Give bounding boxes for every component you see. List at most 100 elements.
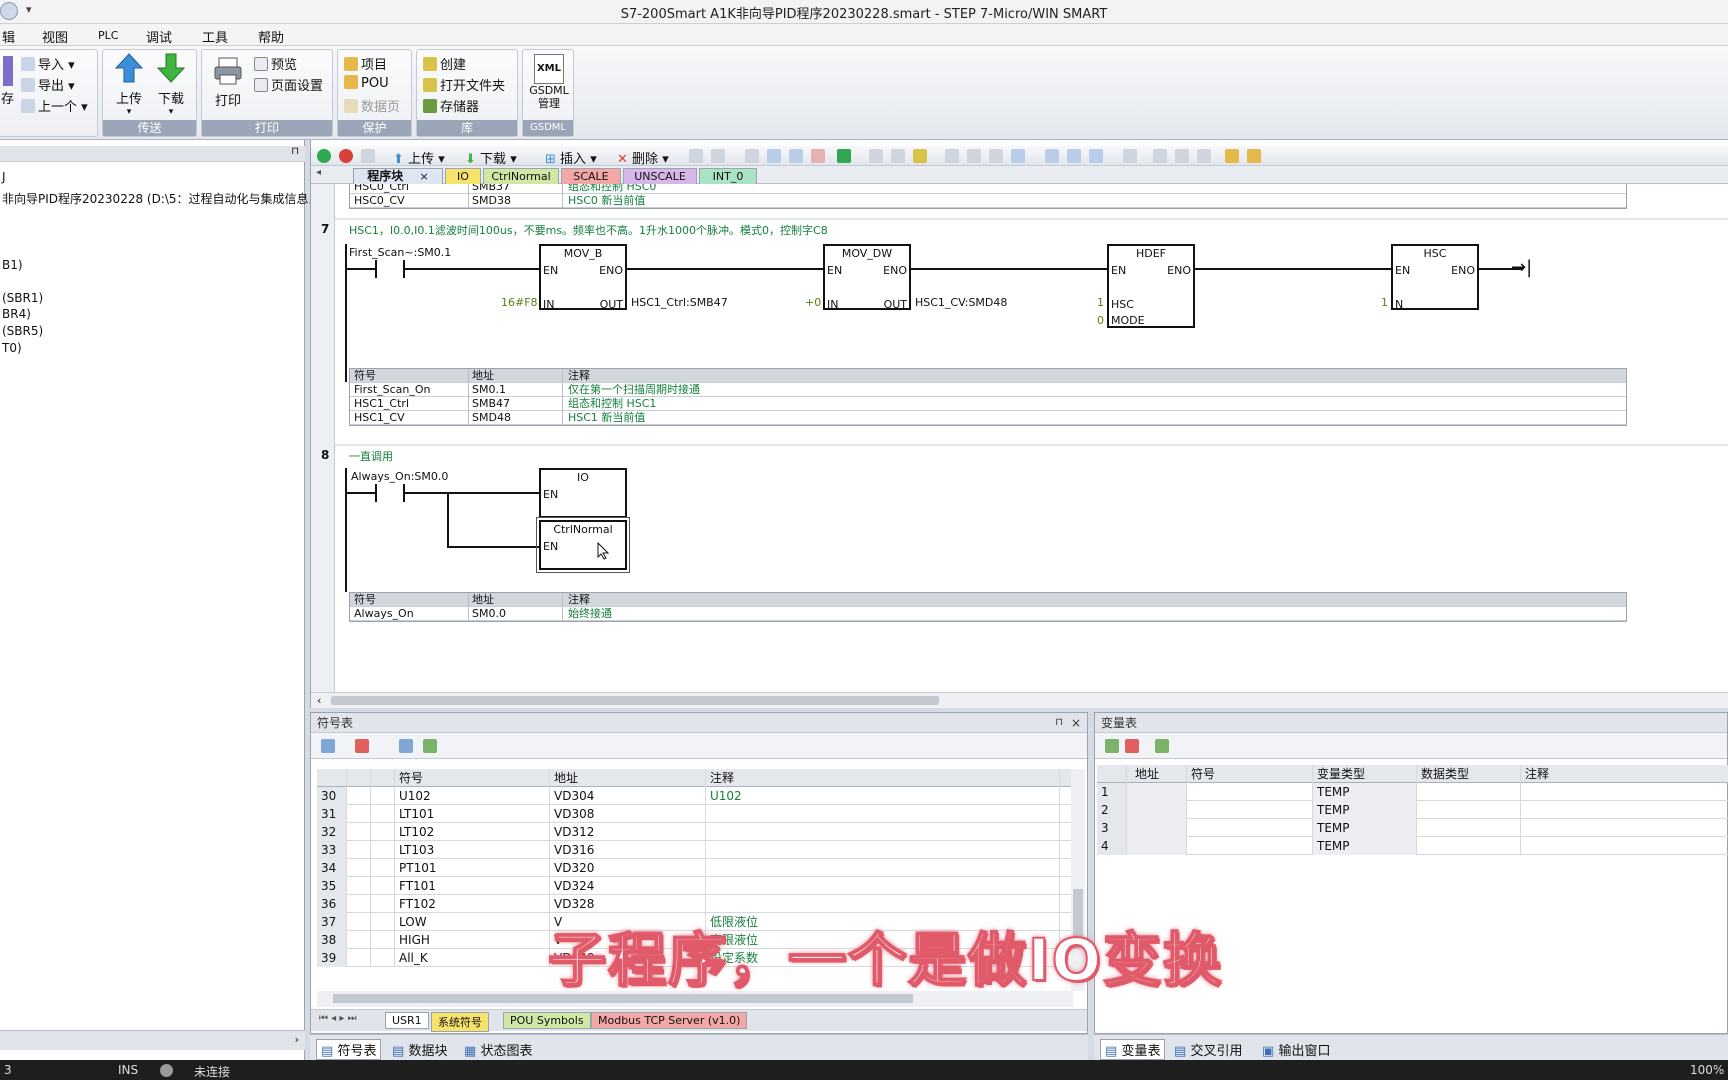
sheet-nav-icon[interactable]: ⏮ ◂ ▸ ⏭ <box>319 1013 357 1024</box>
mov-b-in-value[interactable]: 16#F8 <box>501 296 538 309</box>
toolbar-tool-icon[interactable] <box>1045 149 1059 163</box>
cell-comment[interactable] <box>706 841 1060 859</box>
line-tool-icon[interactable] <box>1011 149 1025 163</box>
cell-var-type[interactable]: TEMP <box>1313 801 1417 819</box>
toolbar-tool-icon[interactable] <box>1153 149 1167 163</box>
menu-view[interactable]: 视图 <box>42 27 68 46</box>
scrollbar-thumb[interactable] <box>331 696 939 705</box>
table-row[interactable]: 30 U102 VD304 U102 <box>317 787 1073 805</box>
page-setup-button[interactable]: 页面设置 <box>254 75 323 94</box>
save-label[interactable]: 存 <box>1 88 14 107</box>
editor-insert-button[interactable]: ⊞ 插入 ▾ <box>545 148 597 167</box>
cell-symbol[interactable]: LT101 <box>395 805 550 823</box>
contact-tool-icon[interactable] <box>945 149 959 163</box>
mov-b-block[interactable]: MOV_B EN ENO IN OUT <box>539 244 627 311</box>
delete-row-icon[interactable] <box>355 739 369 753</box>
table-tool-icon[interactable] <box>399 739 413 753</box>
upload-button[interactable]: 上传 ▾ <box>109 52 149 117</box>
table-row[interactable]: 36 FT102 VD328 <box>317 895 1073 913</box>
mov-dw-in-value[interactable]: +0 <box>805 296 821 309</box>
cell-comment[interactable]: U102 <box>706 787 1060 805</box>
hsc-block[interactable]: HSC EN ENO N <box>1391 244 1479 311</box>
mov-dw-out-value[interactable]: HSC1_CV:SMD48 <box>915 296 1007 309</box>
table-row[interactable]: 35 FT101 VD324 <box>317 877 1073 895</box>
normally-open-contact[interactable] <box>375 484 405 502</box>
hdef-mode-value[interactable]: 0 <box>1097 314 1104 327</box>
toolbar-tool-icon[interactable] <box>789 149 803 163</box>
toolbar-tool-icon[interactable] <box>891 149 905 163</box>
rung-comment[interactable]: 一直调用 <box>349 448 393 464</box>
cell-symbol[interactable] <box>1187 837 1313 855</box>
tree-project-node[interactable]: 非向导PID程序20230228 (D:\5：过程自动化与集成信息系 <box>2 190 321 207</box>
table-row[interactable]: 33 LT103 VD316 <box>317 841 1073 859</box>
hdef-hsc-value[interactable]: 1 <box>1097 296 1104 309</box>
sheet-tab-system-symbols[interactable]: 系统符号 <box>431 1012 489 1032</box>
download-button[interactable]: 下载 ▾ <box>151 52 191 117</box>
up-one-button[interactable]: 上一个 ▾ <box>21 96 88 115</box>
mov-b-out-value[interactable]: HSC1_Ctrl:SMB47 <box>631 296 728 309</box>
pin-icon[interactable]: ⊓ <box>1055 713 1063 733</box>
status-zoom[interactable]: 100% <box>1690 1063 1724 1077</box>
library-open-folder-button[interactable]: 打开文件夹 <box>423 75 505 94</box>
cell-comment[interactable] <box>706 895 1060 913</box>
header-symbol[interactable]: 符号 <box>1187 765 1313 783</box>
export-button[interactable]: 导出 ▾ <box>21 75 75 94</box>
editor-upload-button[interactable]: ⬆ 上传 ▾ <box>393 148 445 167</box>
cell-symbol[interactable]: LOW <box>395 913 550 931</box>
toolbar-tool-icon[interactable] <box>1175 149 1189 163</box>
cell-symbol[interactable] <box>1187 819 1313 837</box>
cell-address[interactable]: VD312 <box>550 823 706 841</box>
dock-tab-output-window[interactable]: ▣ 输出窗口 <box>1262 1040 1330 1059</box>
toolbar-tool-icon[interactable] <box>767 149 781 163</box>
menu-debug[interactable]: 调试 <box>146 27 172 46</box>
delete-row-icon[interactable] <box>1125 739 1139 753</box>
io-subroutine-block[interactable]: IO EN <box>539 468 627 518</box>
coil-tool-icon[interactable] <box>967 149 981 163</box>
sheet-tab-usr1[interactable]: USR1 <box>385 1012 429 1029</box>
cell-comment[interactable] <box>706 805 1060 823</box>
menu-edit[interactable]: 辑 <box>2 27 15 46</box>
toolbar-tool-icon[interactable] <box>913 149 927 163</box>
cell-comment[interactable] <box>1521 783 1728 801</box>
library-memory-button[interactable]: 存储器 <box>423 96 479 115</box>
project-tree-scrollbar[interactable]: › <box>0 1030 305 1050</box>
cell-address[interactable]: VD324 <box>550 877 706 895</box>
cell-data-type[interactable] <box>1417 837 1521 855</box>
tab-int0[interactable]: INT_0 <box>699 168 757 184</box>
scroll-left-icon[interactable]: ‹ <box>317 694 321 707</box>
header-address[interactable]: 地址 <box>1127 765 1187 783</box>
close-icon[interactable]: × <box>1071 713 1081 733</box>
scroll-right-icon[interactable]: › <box>295 1033 299 1046</box>
cell-address[interactable]: VD316 <box>550 841 706 859</box>
tree-node-sbr5[interactable]: (SBR5) <box>2 324 43 338</box>
add-row-icon[interactable] <box>321 739 335 753</box>
toolbar-tool-icon[interactable] <box>869 149 883 163</box>
cell-symbol[interactable]: HIGH <box>395 931 550 949</box>
tree-node-sbr4[interactable]: BR4) <box>2 307 31 321</box>
table-row[interactable]: 34 PT101 VD320 <box>317 859 1073 877</box>
hsc-n-value[interactable]: 1 <box>1381 296 1388 309</box>
cell-symbol[interactable]: LT103 <box>395 841 550 859</box>
cell-data-type[interactable] <box>1417 783 1521 801</box>
toolbar-tool-icon[interactable] <box>745 149 759 163</box>
dock-tab-variable-table[interactable]: ▤ 变量表 <box>1100 1039 1166 1060</box>
protect-pou-button[interactable]: POU <box>344 75 389 91</box>
print-button[interactable]: 打印 <box>208 56 248 109</box>
tab-unscale[interactable]: UNSCALE <box>623 168 697 184</box>
compile-icon[interactable] <box>361 149 375 163</box>
normally-open-contact[interactable] <box>375 260 405 278</box>
cell-comment[interactable] <box>1521 837 1728 855</box>
menu-tools[interactable]: 工具 <box>202 27 228 46</box>
insert-row-icon[interactable] <box>1105 739 1119 753</box>
table-row[interactable]: 31 LT101 VD308 <box>317 805 1073 823</box>
tree-root-label[interactable]: J <box>2 170 6 184</box>
dock-tab-symbol-table[interactable]: ▤ 符号表 <box>316 1039 382 1060</box>
cell-address[interactable]: VD308 <box>550 805 706 823</box>
cell-symbol[interactable]: U102 <box>395 787 550 805</box>
table-row[interactable]: 32 LT102 VD312 <box>317 823 1073 841</box>
cell-comment[interactable] <box>706 823 1060 841</box>
stop-icon[interactable] <box>339 149 353 163</box>
cell-data-type[interactable] <box>1417 801 1521 819</box>
menu-plc[interactable]: PLC <box>98 29 118 42</box>
menu-help[interactable]: 帮助 <box>258 27 284 46</box>
